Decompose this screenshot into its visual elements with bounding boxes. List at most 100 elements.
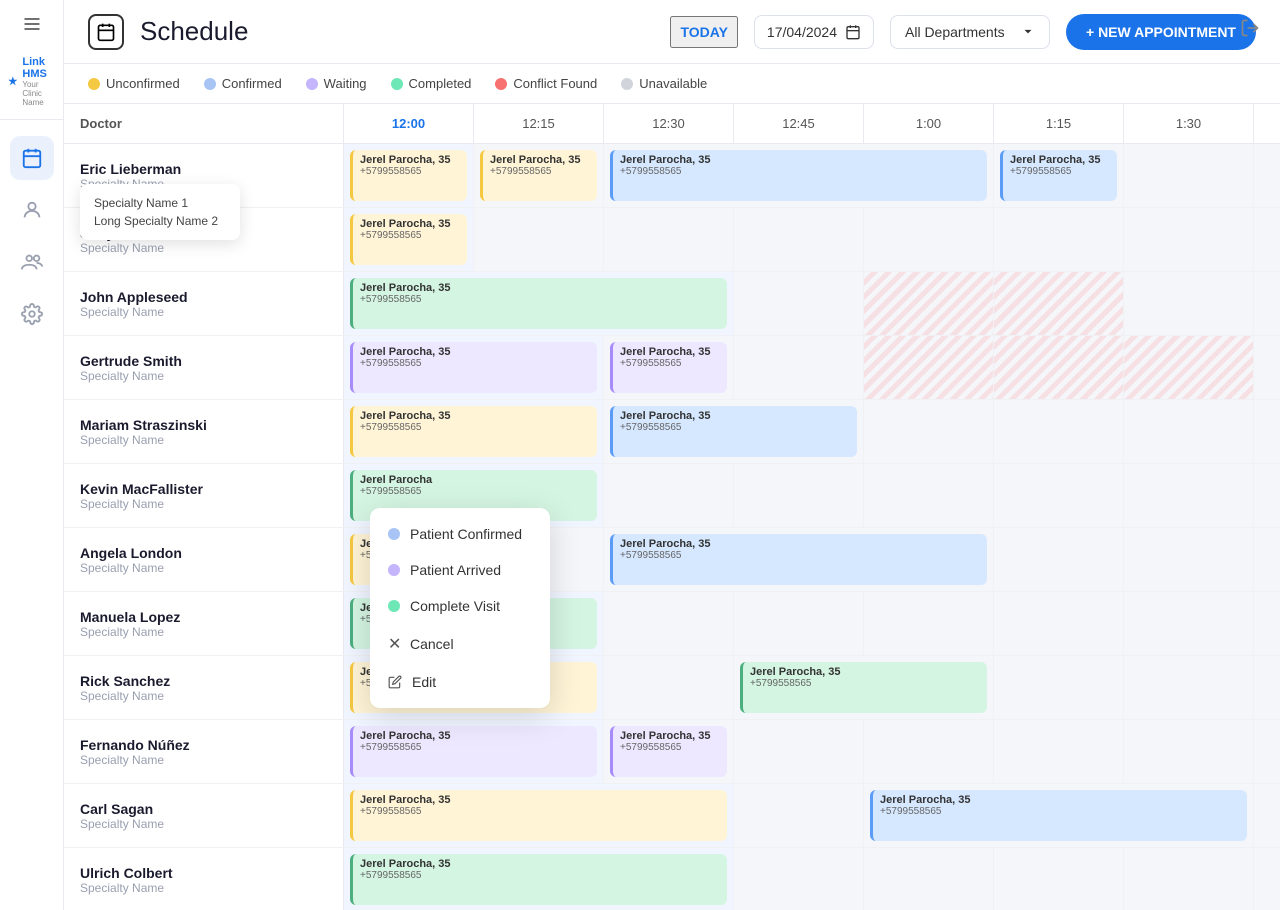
time-cell <box>864 848 994 910</box>
sidebar: Link HMS Your Clinic Name <box>0 0 64 910</box>
appointment-card[interactable]: Jerel Parocha, 35 +5799558565 <box>610 150 987 201</box>
time-cell-span: Jerel Parocha, 35 +5799558565 <box>344 784 734 847</box>
confirmed-label: Confirmed <box>222 76 282 91</box>
completed-dot <box>391 78 403 90</box>
appointment-card[interactable]: Jerel Parocha, 35 +5799558565 <box>610 534 987 585</box>
context-menu-label: Edit <box>412 674 436 690</box>
time-cell <box>994 464 1124 527</box>
tooltip-item: Specialty Name 1 <box>94 194 226 212</box>
appointment-card[interactable]: Jerel Parocha, 35 +5799558565 <box>610 726 727 777</box>
table-row: Rick Sanchez Specialty Name Jerel Paroch… <box>64 656 1280 720</box>
doctor-name: Mariam Straszinski <box>80 417 327 433</box>
time-header-1230: 12:30 <box>604 104 734 143</box>
doctor-info-fernando: Fernando Núñez Specialty Name <box>64 720 344 783</box>
patient-name: Jerel Parocha, 35 <box>1010 154 1110 166</box>
legend-bar: Unconfirmed Confirmed Waiting Completed … <box>64 64 1280 104</box>
time-cell-span: Jerel Parocha, 35 +5799558565 <box>344 336 604 399</box>
doctor-specialty: Specialty Name <box>80 881 327 895</box>
time-cell <box>864 464 994 527</box>
doctor-specialty: Specialty Name <box>80 753 327 767</box>
context-menu-patient-confirmed[interactable]: Patient Confirmed <box>370 516 550 552</box>
appointment-card[interactable]: Jerel Parocha, 35 +5799558565 <box>350 342 597 393</box>
unavailable-label: Unavailable <box>639 76 707 91</box>
logout-button[interactable] <box>1240 18 1260 43</box>
appointment-card[interactable]: Jerel Parocha, 35 +5799558565 <box>870 790 1247 841</box>
patient-name: Jerel Parocha, 35 <box>620 410 850 422</box>
completed-label: Completed <box>409 76 472 91</box>
time-header-1215: 12:15 <box>474 104 604 143</box>
doctor-name: Ulrich Colbert <box>80 865 327 881</box>
appointment-card[interactable]: Jerel Parocha, 35 +5799558565 <box>350 406 597 457</box>
appointment-card[interactable]: Jerel Parocha, 35 +5799558565 <box>610 342 727 393</box>
context-menu-cancel[interactable]: ✕ Cancel <box>370 624 550 664</box>
time-cell <box>734 848 864 910</box>
patient-phone: +5799558565 <box>360 294 720 305</box>
appointment-card[interactable]: Jerel Parocha, 35 +5799558565 <box>350 214 467 265</box>
doctor-specialty: Specialty Name <box>80 817 327 831</box>
appointment-card[interactable]: Jerel Parocha, 35 +5799558565 <box>480 150 597 201</box>
patient-phone: +5799558565 <box>620 742 720 753</box>
menu-toggle[interactable] <box>0 0 63 48</box>
context-menu-complete-visit[interactable]: Complete Visit <box>370 588 550 624</box>
time-cell <box>1124 592 1254 655</box>
doctor-info-kevin: Kevin MacFallister Specialty Name <box>64 464 344 527</box>
time-cell <box>1254 592 1280 655</box>
appointment-card[interactable]: Jerel Parocha, 35 +5799558565 <box>350 790 727 841</box>
context-menu-edit[interactable]: Edit <box>370 664 550 700</box>
appointment-card[interactable]: Jerel Parocha, 35 +5799558565 <box>350 726 597 777</box>
sidebar-item-person[interactable] <box>10 188 54 232</box>
sidebar-item-settings[interactable] <box>10 292 54 336</box>
today-button[interactable]: TODAY <box>670 16 737 48</box>
time-header-1245: 12:45 <box>734 104 864 143</box>
time-cell-unavailable <box>1124 336 1254 399</box>
appointment-card[interactable]: Jerel Parocha, 35 +5799558565 <box>350 854 727 905</box>
date-value: 17/04/2024 <box>767 24 837 40</box>
appointment-card[interactable]: Jerel Parocha, 35 +5799558565 <box>740 662 987 713</box>
doctor-specialty: Specialty Name <box>80 369 327 383</box>
doctor-info-mariam: Mariam Straszinski Specialty Name <box>64 400 344 463</box>
time-header-115: 1:15 <box>994 104 1124 143</box>
patient-name: Jerel Parocha, 35 <box>620 154 980 166</box>
time-cell-span: Jerel Parocha, 35 +5799558565 <box>344 720 604 783</box>
doctor-info-angela: Angela London Specialty Name <box>64 528 344 591</box>
sidebar-item-calendar[interactable] <box>10 136 54 180</box>
doctor-info-ulrich: Ulrich Colbert Specialty Name <box>64 848 344 910</box>
appointment-card[interactable]: Jerel Parocha, 35 +5799558565 <box>350 150 467 201</box>
table-row: Mariam Straszinski Specialty Name Jerel … <box>64 400 1280 464</box>
legend-unavailable: Unavailable <box>621 76 707 91</box>
time-cell <box>1254 464 1280 527</box>
date-picker[interactable]: 17/04/2024 <box>754 15 874 49</box>
patient-name: Jerel Parocha, 35 <box>750 666 980 678</box>
patient-phone: +5799558565 <box>360 486 590 497</box>
appointment-card[interactable]: Jerel Parocha, 35 +5799558565 <box>610 406 857 457</box>
time-cell <box>1124 400 1254 463</box>
doctor-specialty: Specialty Name <box>80 689 327 703</box>
legend-conflict: Conflict Found <box>495 76 597 91</box>
schedule-container: Doctor 12:00 12:15 12:30 12:45 1:00 1:15… <box>64 104 1280 910</box>
patient-name: Jerel Parocha, 35 <box>360 410 590 422</box>
main-content: Schedule TODAY 17/04/2024 All Department… <box>64 0 1280 910</box>
department-select[interactable]: All Departments <box>890 15 1050 49</box>
time-cell <box>1254 272 1280 335</box>
time-cell: Jerel Parocha, 35 +5799558565 <box>994 144 1124 207</box>
patient-name: Jerel Parocha, 35 <box>360 730 590 742</box>
legend-completed: Completed <box>391 76 472 91</box>
context-menu-patient-arrived[interactable]: Patient Arrived <box>370 552 550 588</box>
time-cell <box>1124 528 1254 591</box>
time-cell <box>1254 208 1280 271</box>
table-row: Ulrich Colbert Specialty Name Jerel Paro… <box>64 848 1280 910</box>
patient-phone: +5799558565 <box>360 166 460 177</box>
time-cell <box>994 848 1124 910</box>
time-cell-unavailable <box>994 272 1124 335</box>
time-cell: Jerel Parocha, 35 +5799558565 <box>344 144 474 207</box>
time-header-130: 1:30 <box>1124 104 1254 143</box>
appointment-card[interactable]: Jerel Parocha, 35 +5799558565 <box>1000 150 1117 201</box>
sidebar-item-group[interactable] <box>10 240 54 284</box>
appointment-card[interactable]: Jerel Parocha, 35 +5799558565 <box>350 278 727 329</box>
time-cell <box>994 720 1124 783</box>
time-cell <box>1124 656 1254 719</box>
patient-phone: +5799558565 <box>620 358 720 369</box>
new-appointment-button[interactable]: + NEW APPOINTMENT <box>1066 14 1256 50</box>
patient-name: Jerel Parocha, 35 <box>360 794 720 806</box>
time-cell <box>994 400 1124 463</box>
